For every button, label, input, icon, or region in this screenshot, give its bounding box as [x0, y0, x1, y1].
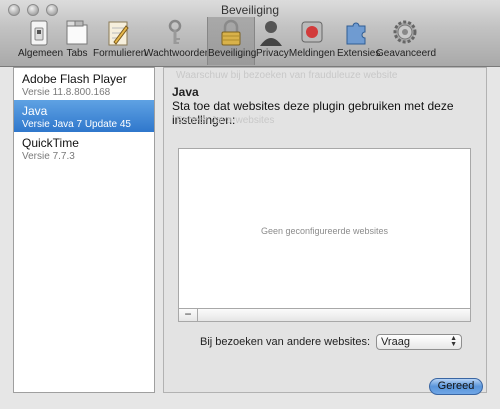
other-websites-select[interactable]: Vraag ▲ ▼ [376, 334, 462, 350]
ghost-line: Beheer Java-websites [176, 115, 275, 126]
pencil-icon [108, 21, 129, 46]
plugin-item-flash[interactable]: Adobe Flash Player Versie 11.8.800.168 [14, 68, 154, 100]
tab-label: Privacy [256, 48, 289, 59]
tab-label: Wachtwoorden [144, 48, 211, 59]
plugin-item-java[interactable]: Java Versie Java 7 Update 45 [14, 100, 154, 132]
switch-icon [30, 20, 48, 46]
plugin-item-quicktime[interactable]: QuickTime Versie 7.7.3 [14, 132, 154, 164]
puzzle-icon [346, 22, 366, 45]
other-websites-label: Bij bezoeken van andere websites: [200, 336, 370, 348]
plugin-version: Versie Java 7 Update 45 [22, 119, 131, 130]
background-ghost-text-2: Beheer Java-websites [176, 115, 274, 126]
updown-arrows-icon: ▲ ▼ [450, 335, 457, 348]
plugin-name: Adobe Flash Player [22, 72, 127, 86]
tab-wachtwoorden[interactable]: Wachtwoorden [144, 17, 211, 65]
preferences-window: Beveiliging Algemeen Tabs Formulieren Wa… [0, 0, 500, 409]
tab-privacy[interactable]: Privacy [256, 17, 289, 65]
panel-title: Java [172, 85, 199, 99]
record-icon [301, 21, 323, 43]
lock-icon [221, 19, 241, 46]
tab-algemeen[interactable]: Algemeen [18, 17, 64, 65]
window-title: Beveiliging [220, 3, 280, 17]
done-button[interactable]: Gereed [429, 378, 483, 395]
background-ghost-text: Waarschuw bij bezoeken van frauduleuze w… [176, 70, 397, 81]
tab-label: Geavanceerd [376, 48, 437, 59]
other-websites-row: Bij bezoeken van andere websites: Vraag … [200, 334, 462, 350]
ghost-line: Waarschuw bij bezoeken van frauduleuze w… [176, 70, 398, 81]
configured-websites-table[interactable]: Geen geconfigureerde websites [178, 148, 471, 320]
person-icon [260, 21, 282, 46]
plugin-settings-panel: Waarschuw bij bezoeken van frauduleuze w… [163, 67, 487, 393]
tab-label: Beveiliging [208, 48, 257, 59]
tab-label: Algemeen [18, 48, 64, 59]
title-bar: Beveiliging Algemeen Tabs Formulieren Wa… [0, 0, 500, 67]
tab-label: Extensies [337, 48, 381, 59]
tab-label: Formulieren [93, 48, 147, 59]
tab-beveiliging[interactable]: Beveiliging [207, 17, 257, 65]
plugin-version: Versie 11.8.800.168 [22, 87, 111, 98]
plugin-list: Adobe Flash Player Versie 11.8.800.168 J… [13, 67, 155, 393]
plugin-version: Versie 7.7.3 [22, 151, 75, 162]
select-value: Vraag [381, 336, 410, 348]
tab-formulieren[interactable]: Formulieren [93, 17, 147, 65]
tab-label: Tabs [66, 48, 88, 59]
empty-state-text: Geen geconfigureerde websites [260, 226, 389, 236]
tab-meldingen[interactable]: Meldingen [288, 17, 336, 65]
remove-site-button[interactable]: − [179, 308, 198, 321]
tab-geavanceerd[interactable]: Geavanceerd [376, 17, 437, 65]
gear-icon [393, 20, 417, 44]
tab-extensies[interactable]: Extensies [337, 17, 381, 65]
key-icon [168, 19, 182, 44]
preferences-toolbar: Algemeen Tabs Formulieren Wachtwoorden B… [0, 17, 500, 65]
tabs-icon [66, 20, 88, 45]
table-footer: − [178, 308, 471, 322]
tab-label: Meldingen [288, 48, 336, 59]
plugin-name: Java [22, 104, 48, 118]
plugin-name: QuickTime [22, 136, 79, 150]
tab-tabs[interactable]: Tabs [62, 17, 92, 65]
